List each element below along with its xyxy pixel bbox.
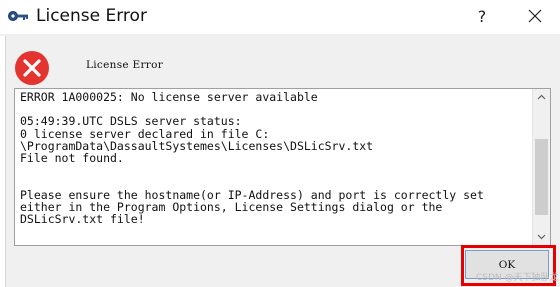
license-error-dialog: License Error ? License Error ERROR 1A00… (0, 0, 560, 287)
error-icon (14, 50, 50, 86)
message-line: File not found. (20, 151, 124, 166)
message-line: DSLicSrv.txt file! (20, 212, 145, 227)
close-button[interactable] (512, 0, 558, 32)
scroll-up-icon[interactable] (533, 89, 550, 106)
scrollbar-thumb[interactable] (535, 139, 548, 215)
window-title: License Error (36, 6, 147, 26)
title-bar: License Error ? (0, 0, 560, 34)
message-text-area[interactable]: ERROR 1A000025: No license server availa… (14, 88, 551, 246)
vertical-scrollbar[interactable] (532, 89, 550, 245)
header-message: License Error (86, 59, 164, 71)
message-line: ERROR 1A000025: No license server availa… (20, 90, 318, 104)
scroll-down-icon[interactable] (533, 228, 550, 245)
help-button[interactable]: ? (462, 0, 502, 32)
key-icon (7, 6, 29, 26)
window-edge (0, 36, 6, 287)
message-text: ERROR 1A000025: No license server availa… (20, 91, 530, 225)
close-icon (528, 9, 542, 23)
watermark-text: CSDN @天下独卧龙 (476, 273, 559, 283)
